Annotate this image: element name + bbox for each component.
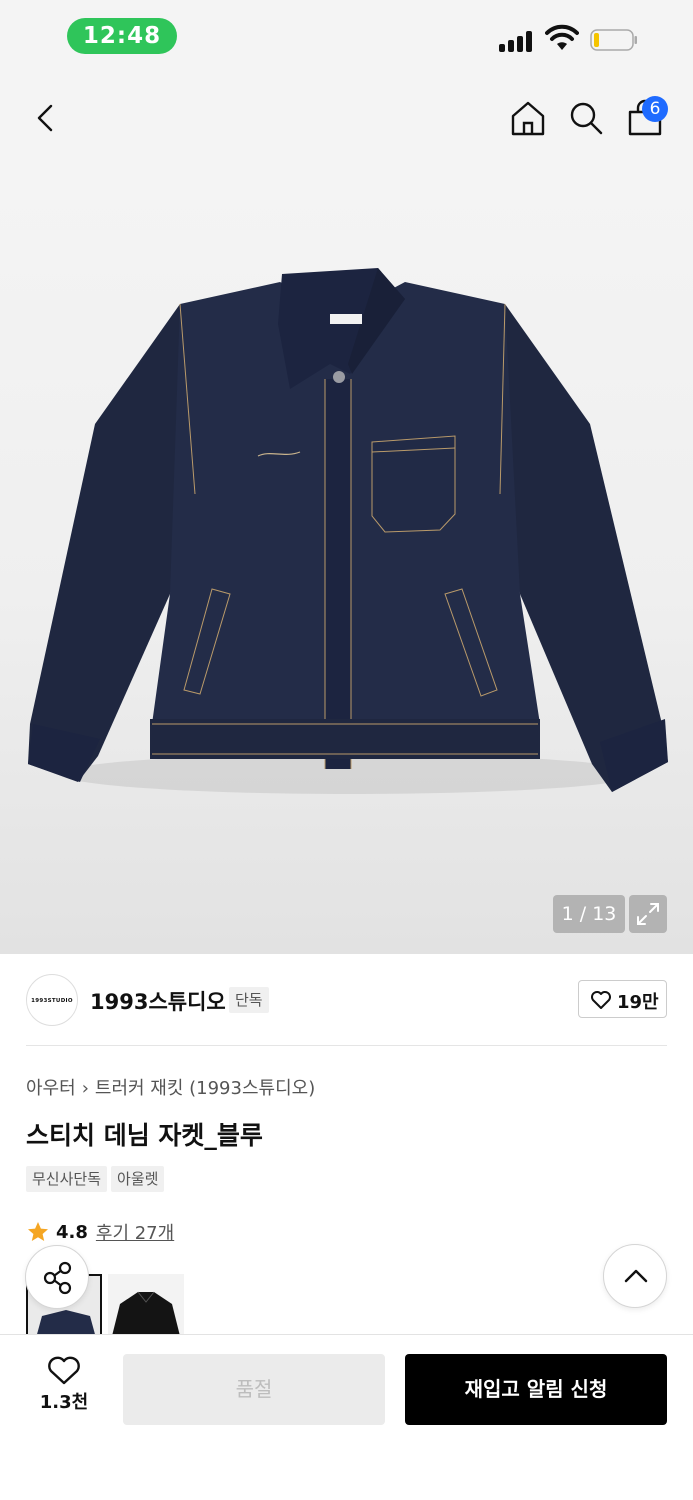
brand-name[interactable]: 1993스튜디오 — [90, 986, 226, 1016]
brand-logo[interactable]: 1993STUDIO — [26, 974, 78, 1026]
battery-icon — [590, 29, 637, 51]
top-nav — [0, 76, 693, 164]
brand-like-count: 19만 — [617, 992, 659, 1013]
wifi-icon — [545, 24, 579, 50]
brand-like-button[interactable]: 19만 — [578, 980, 667, 1018]
breadcrumb: 아우터 › 트러커 재킷 (1993스튜디오) — [26, 1074, 315, 1100]
chevron-up-icon — [624, 1269, 648, 1283]
breadcrumb-subcategory[interactable]: 트러커 재킷 (1993스튜디오) — [95, 1078, 315, 1099]
thumbnail[interactable] — [108, 1274, 184, 1336]
back-button[interactable] — [26, 98, 66, 138]
cellular-signal-icon — [499, 30, 535, 52]
brand-exclusive-tag: 단독 — [229, 987, 269, 1013]
heart-icon — [48, 1356, 80, 1385]
chevron-right-icon: › — [81, 1078, 89, 1099]
star-icon — [28, 1222, 48, 1241]
restock-alert-button[interactable]: 재입고 알림 신청 — [405, 1354, 667, 1425]
product-tags: 무신사단독 아울렛 — [26, 1166, 168, 1192]
wishlist-count: 1.3천 — [39, 1392, 89, 1413]
breadcrumb-category[interactable]: 아우터 — [26, 1078, 76, 1099]
scroll-top-button[interactable] — [603, 1244, 667, 1308]
product-image — [28, 268, 668, 794]
cart-count-badge: 6 — [642, 96, 668, 122]
search-icon[interactable] — [566, 98, 606, 138]
wishlist-button[interactable]: 1.3천 — [26, 1356, 102, 1420]
status-bar: 12:48 — [0, 0, 693, 76]
rating-score: 4.8 — [56, 1221, 88, 1243]
heart-icon — [591, 991, 611, 1009]
product-image-gallery[interactable] — [0, 164, 693, 954]
expand-icon[interactable] — [629, 895, 667, 933]
soldout-button[interactable]: 품절 — [123, 1354, 385, 1425]
product-title: 스티치 데님 자켓_블루 — [26, 1121, 263, 1150]
review-link[interactable]: 후기 27개 — [96, 1219, 174, 1245]
home-icon[interactable] — [508, 98, 548, 138]
share-icon — [43, 1261, 72, 1295]
product-tag: 무신사단독 — [26, 1166, 108, 1192]
divider — [26, 1045, 667, 1046]
rating-row: 4.8 후기 27개 — [26, 1218, 174, 1246]
share-button[interactable] — [25, 1245, 89, 1309]
image-counter: 1 / 13 — [553, 895, 625, 933]
product-tag: 아울렛 — [111, 1166, 165, 1192]
status-time: 12:48 — [67, 18, 177, 54]
